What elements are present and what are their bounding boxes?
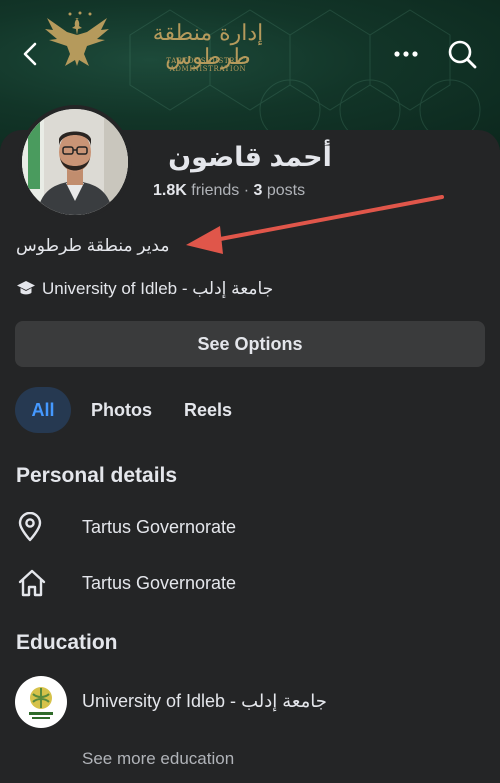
location-pin-icon — [18, 512, 42, 542]
intro-education-text: جامعة إدلب - University of Idleb — [42, 279, 274, 298]
education-school[interactable]: University of Idleb - جامعة إدلب — [82, 691, 327, 712]
search-icon — [448, 40, 477, 69]
chevron-left-icon — [23, 42, 37, 66]
profile-bio: مدير منطقة طرطوس — [16, 236, 170, 255]
personal-details-title: Personal details — [16, 464, 178, 487]
posts-count: 3 — [253, 182, 263, 199]
see-options-button[interactable]: See Options — [15, 321, 485, 367]
back-button[interactable] — [12, 36, 48, 72]
friends-count: 1.8K — [153, 182, 187, 199]
tab-reels[interactable]: Reels — [172, 387, 244, 433]
tab-photos[interactable]: Photos — [79, 387, 164, 433]
graduation-cap-icon — [17, 281, 35, 295]
intro-education: جامعة إدلب - University of Idleb — [16, 279, 273, 299]
profile-card — [0, 130, 500, 783]
personal-detail-text: Tartus Governorate — [82, 516, 237, 537]
posts-label: posts — [266, 182, 306, 199]
ellipsis-icon — [394, 51, 418, 57]
search-button[interactable] — [444, 36, 480, 72]
home-icon — [18, 569, 46, 597]
avatar[interactable] — [18, 105, 132, 219]
education-title: Education — [16, 631, 118, 654]
profile-photo — [22, 109, 128, 215]
more-button[interactable] — [388, 36, 424, 72]
see-more-education-link[interactable]: See more education — [82, 749, 234, 769]
university-logo-icon — [29, 687, 53, 719]
cover-subtitle: TARTOUS DISTRICT ADMINISTRATION — [166, 57, 250, 73]
profile-name: أحمد قاضون — [168, 142, 332, 172]
university-logo[interactable] — [15, 676, 67, 728]
stats-separator: · — [243, 182, 250, 199]
friends-label[interactable]: friends — [191, 182, 239, 199]
personal-detail-text: Tartus Governorate — [82, 572, 237, 593]
profile-tabs: All Photos Reels — [15, 387, 244, 433]
eagle-emblem-icon — [45, 11, 109, 66]
profile-stats: 1.8K friends · 3 posts — [153, 182, 305, 200]
personal-detail-row[interactable]: Tartus Governorate — [0, 561, 500, 605]
personal-detail-row[interactable]: Tartus Governorate — [0, 505, 500, 549]
tab-all[interactable]: All — [15, 387, 71, 433]
